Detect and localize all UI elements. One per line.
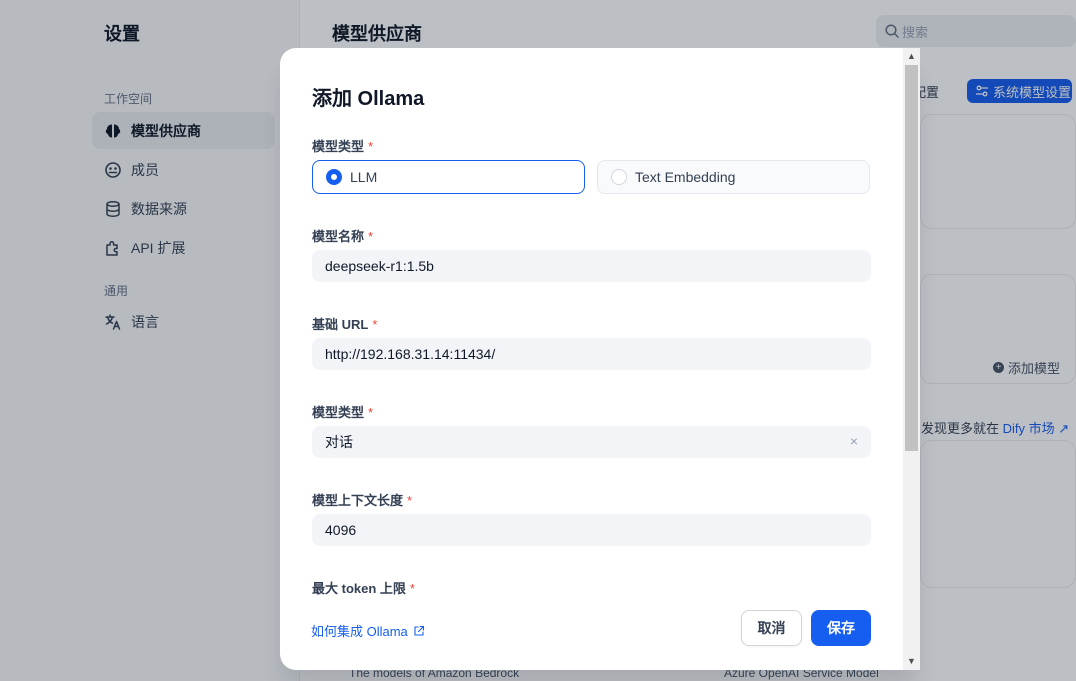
field-label-text: 模型类型 xyxy=(312,405,365,420)
model-type-option-text-embedding[interactable]: Text Embedding xyxy=(597,160,870,194)
base-url-input[interactable]: http://192.168.31.14:11434/ xyxy=(312,338,871,370)
required-mark: * xyxy=(368,229,374,244)
context-length-label: 模型上下文长度 * xyxy=(312,490,412,509)
input-value: deepseek-r1:1.5b xyxy=(325,258,434,274)
add-ollama-dialog: 添加 Ollama 模型类型 * LLM Text Embedding 模型名称 *… xyxy=(280,48,920,670)
base-url-label: 基础 URL * xyxy=(312,314,377,333)
input-value: 4096 xyxy=(325,522,357,538)
field-label-text: 基础 URL xyxy=(312,317,369,332)
dialog-title: 添加 Ollama xyxy=(312,88,425,110)
required-mark: * xyxy=(372,317,378,332)
save-button[interactable]: 保存 xyxy=(811,610,871,646)
radio-unselected-icon xyxy=(611,169,627,185)
required-mark: * xyxy=(368,405,374,420)
field-label-text: 模型上下文长度 xyxy=(312,493,404,508)
field-label-text: 模型名称 xyxy=(312,229,365,244)
radio-selected-icon xyxy=(326,169,342,185)
external-link-icon xyxy=(414,625,424,636)
help-link-label: 如何集成 Ollama xyxy=(311,624,408,639)
required-mark: * xyxy=(409,581,415,596)
context-length-input[interactable]: 4096 xyxy=(312,514,871,546)
clear-icon[interactable]: × xyxy=(847,434,861,448)
select-value: 对话 xyxy=(325,434,353,450)
scroll-thumb[interactable] xyxy=(905,65,918,451)
model-type-label: 模型类型 * xyxy=(312,136,373,155)
dialog-scrollbar[interactable]: ▲ ▼ xyxy=(903,48,920,670)
required-mark: * xyxy=(407,493,413,508)
model-kind-select[interactable]: 对话 × xyxy=(312,426,871,458)
model-name-label: 模型名称 * xyxy=(312,226,373,245)
input-value: http://192.168.31.14:11434/ xyxy=(325,346,496,362)
field-label-text: 模型类型 xyxy=(312,139,365,154)
option-label: LLM xyxy=(350,169,378,185)
max-token-label: 最大 token 上限 * xyxy=(312,578,415,597)
model-kind-label: 模型类型 * xyxy=(312,402,373,421)
ollama-help-link[interactable]: 如何集成 Ollama xyxy=(311,621,425,640)
option-label: Text Embedding xyxy=(635,169,736,185)
model-type-option-llm[interactable]: LLM xyxy=(312,160,585,194)
model-name-input[interactable]: deepseek-r1:1.5b xyxy=(312,250,871,282)
cancel-button[interactable]: 取消 xyxy=(741,610,802,646)
required-mark: * xyxy=(368,139,374,154)
field-label-text: 最大 token 上限 xyxy=(312,581,406,596)
scroll-up-icon[interactable]: ▲ xyxy=(903,48,920,65)
scroll-down-icon[interactable]: ▼ xyxy=(903,653,920,670)
